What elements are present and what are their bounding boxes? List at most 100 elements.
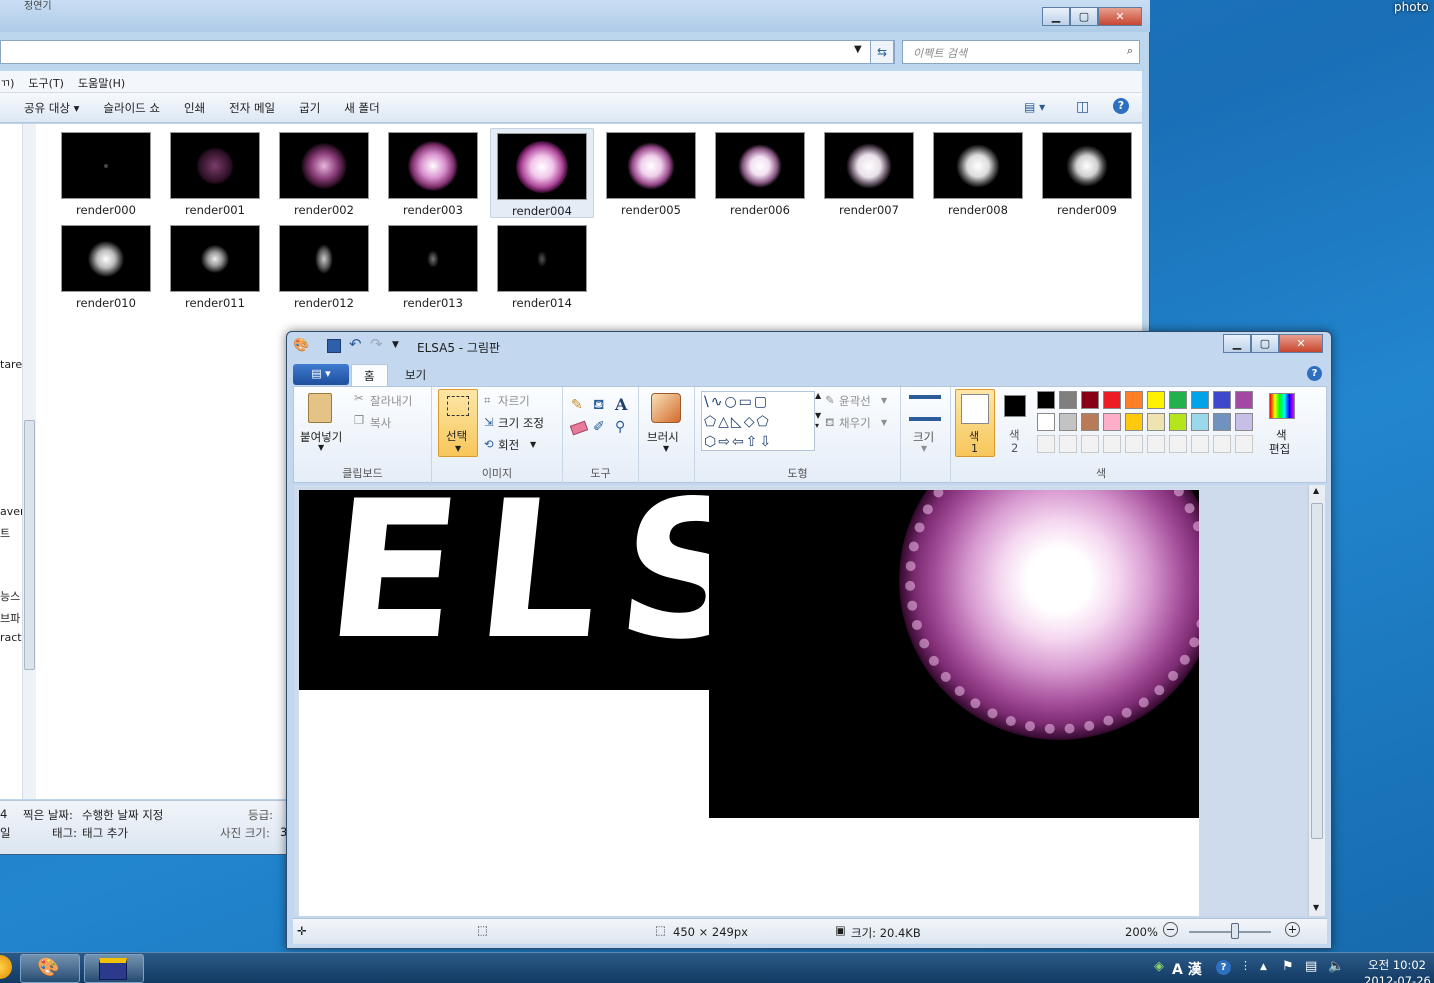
clock-date[interactable]: 2012-07-26 <box>1364 974 1431 983</box>
eraser-icon[interactable] <box>569 420 589 436</box>
zoom-in-icon[interactable]: + <box>1285 922 1300 937</box>
palette-empty[interactable] <box>1147 435 1165 453</box>
cut-button[interactable]: 잘라내기 <box>370 393 412 409</box>
file-render011[interactable]: render011 <box>163 221 267 311</box>
palette-empty[interactable] <box>1191 435 1209 453</box>
palette-color[interactable] <box>1081 413 1099 431</box>
nav-item[interactable]: 트 <box>0 525 10 541</box>
palette-empty[interactable] <box>1169 435 1187 453</box>
close-button[interactable]: ✕ <box>1098 7 1142 26</box>
minimize-button[interactable]: ▁ <box>1042 7 1070 26</box>
shapes-scroll-icon[interactable]: ▲ ▼ ▾ <box>815 391 821 431</box>
new-folder-button[interactable]: 새 폴더 <box>332 100 391 116</box>
nav-item[interactable]: aver <box>0 505 25 518</box>
menu-item-tools[interactable]: 도구(T) <box>28 75 64 92</box>
ribbon-help-icon[interactable]: ? <box>1307 366 1322 381</box>
fill-icon[interactable]: ⛾ <box>593 397 604 415</box>
copy-button[interactable]: 복사 <box>370 415 391 431</box>
outline-button[interactable]: 윤곽선 <box>839 393 871 409</box>
palette-color[interactable] <box>1125 391 1143 409</box>
ime-help-icon[interactable]: ? <box>1216 960 1231 975</box>
crop-button[interactable]: 자르기 <box>498 393 530 409</box>
palette-color[interactable] <box>1213 413 1231 431</box>
search-icon[interactable]: ⌕ <box>1127 44 1133 58</box>
palette-color[interactable] <box>1213 391 1231 409</box>
canvas-scroll-thumb[interactable] <box>1311 503 1323 839</box>
taskbar-paint-button[interactable]: 🎨 <box>20 954 80 983</box>
email-button[interactable]: 전자 메일 <box>217 100 287 116</box>
file-render009[interactable]: render009 <box>1035 128 1139 218</box>
palette-color[interactable] <box>1191 413 1209 431</box>
pencil-icon[interactable]: ✎ <box>571 397 583 413</box>
quick-access-dropdown-icon[interactable]: ▼ <box>392 340 399 350</box>
size-icon[interactable] <box>909 395 941 421</box>
scroll-up-icon[interactable]: ▲ <box>1313 486 1319 495</box>
redo-icon[interactable]: ↷ <box>370 335 383 353</box>
file-render000[interactable]: render000 <box>54 128 158 218</box>
nav-item[interactable]: 브파 <box>0 610 20 626</box>
share-button[interactable]: 공유 대상 ▾ <box>0 100 91 116</box>
file-render004[interactable]: render004 <box>490 128 594 218</box>
palette-empty[interactable] <box>1037 435 1055 453</box>
file-render013[interactable]: render013 <box>381 221 485 311</box>
start-orb[interactable] <box>0 955 12 979</box>
palette-color[interactable] <box>1059 391 1077 409</box>
palette-empty[interactable] <box>1235 435 1253 453</box>
ime-indicator[interactable]: A 漢 <box>1172 959 1202 979</box>
size-dropdown-icon[interactable]: ▼ <box>921 444 927 453</box>
tab-home[interactable]: 홈 <box>351 364 388 386</box>
burn-button[interactable]: 굽기 <box>287 100 332 116</box>
palette-color[interactable] <box>1235 413 1253 431</box>
select-button[interactable]: 선택 ▼ <box>438 389 478 457</box>
edit-colors-label2[interactable]: 편집 <box>1269 441 1290 457</box>
rotate-button[interactable]: 회전 <box>498 437 519 453</box>
drawing-canvas[interactable]: ELS <box>299 490 1199 916</box>
color1-button[interactable]: 색 1 <box>955 389 995 457</box>
scroll-down-icon[interactable]: ▼ <box>1313 903 1319 912</box>
paint-maximize-button[interactable]: ▢ <box>1251 334 1279 353</box>
palette-color[interactable] <box>1169 413 1187 431</box>
file-render001[interactable]: render001 <box>163 128 267 218</box>
text-icon[interactable]: A <box>615 395 627 414</box>
palette-color[interactable] <box>1103 391 1121 409</box>
rotate-dropdown-icon[interactable]: ▼ <box>530 440 536 449</box>
network-tray-icon[interactable]: ▤ <box>1305 959 1317 974</box>
nav-scroll-thumb[interactable] <box>24 420 35 670</box>
zoom-out-icon[interactable]: − <box>1163 922 1178 937</box>
print-button[interactable]: 인쇄 <box>172 100 217 116</box>
palette-color[interactable] <box>1081 391 1099 409</box>
ime-options-icon[interactable]: ⋮ <box>1240 959 1251 972</box>
palette-empty[interactable] <box>1103 435 1121 453</box>
outline-dropdown-icon[interactable]: ▼ <box>881 396 887 405</box>
help-icon[interactable]: ? <box>1113 98 1129 114</box>
nav-scrollbar[interactable] <box>22 124 36 799</box>
palette-color[interactable] <box>1147 391 1165 409</box>
paint-app-icon[interactable]: 🎨 <box>293 338 309 353</box>
nav-item[interactable]: ract <box>0 631 22 644</box>
search-input[interactable]: 이펙트 검색 ⌕ <box>902 40 1140 64</box>
paint-menu-button[interactable]: ▤ ▾ <box>293 364 349 385</box>
color2-number[interactable]: 2 <box>1011 441 1018 455</box>
file-render014[interactable]: render014 <box>490 221 594 311</box>
paint-close-button[interactable]: ✕ <box>1279 334 1323 353</box>
palette-color[interactable] <box>1169 391 1187 409</box>
magnifier-icon[interactable]: ⚲ <box>615 419 625 435</box>
tray-expand-icon[interactable]: ▲ <box>1260 962 1267 972</box>
color2-swatch[interactable] <box>1004 395 1026 417</box>
tags-value[interactable]: 태그 추가 <box>82 825 128 841</box>
undo-icon[interactable]: ↶ <box>349 335 362 353</box>
file-render008[interactable]: render008 <box>926 128 1030 218</box>
palette-color[interactable] <box>1125 413 1143 431</box>
paint-minimize-button[interactable]: ▁ <box>1223 334 1251 353</box>
slideshow-button[interactable]: 슬라이드 쇼 <box>91 100 172 116</box>
size-button[interactable]: 크기 <box>913 429 934 445</box>
palette-color[interactable] <box>1059 413 1077 431</box>
fill-dropdown-icon[interactable]: ▼ <box>881 418 887 427</box>
brush-icon[interactable] <box>651 393 681 423</box>
shape-fill-button[interactable]: 채우기 <box>839 415 871 431</box>
tab-view[interactable]: 보기 <box>393 364 438 386</box>
action-center-flag-icon[interactable]: ⚑ <box>1282 959 1294 974</box>
taskbar-media-button[interactable] <box>84 954 144 983</box>
palette-empty[interactable] <box>1059 435 1077 453</box>
palette-color[interactable] <box>1037 391 1055 409</box>
